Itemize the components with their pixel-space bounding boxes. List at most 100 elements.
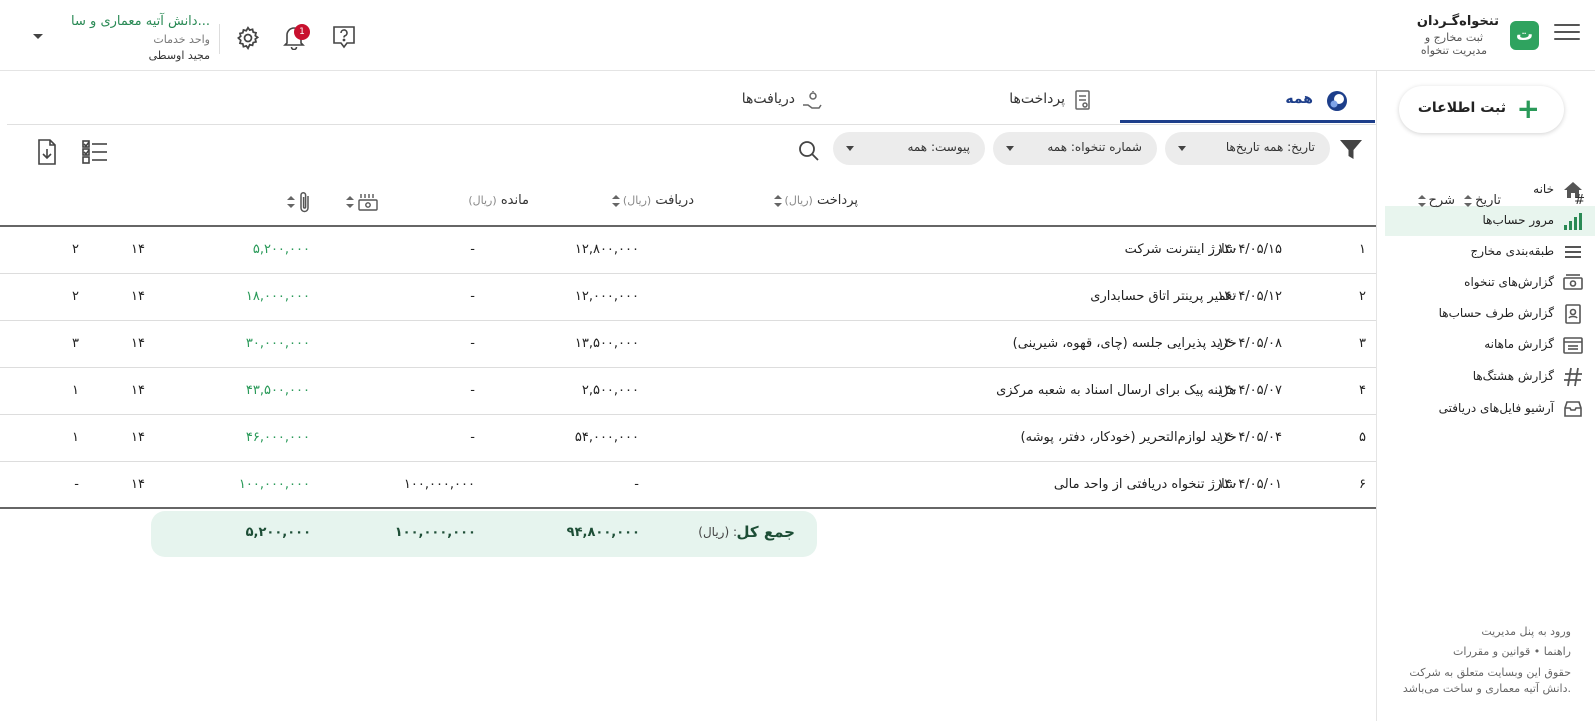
admin-panel-link[interactable]: ورود به پنل مدیریت [1381, 625, 1571, 638]
table-row[interactable]: ۴ ۱۴۰۴/۰۵/۰۷ هزینه پیک برای ارسال اسناد … [0, 368, 1376, 415]
row-num: ۵ [1359, 430, 1366, 445]
sidebar-item-label: آرشیو فایل‌های دریافتی [1438, 401, 1554, 415]
sidebar-item-label: گزارش طرف حساب‌ها [1438, 306, 1554, 320]
help-icon[interactable] [331, 24, 357, 50]
col-num: # [1574, 193, 1585, 208]
sidebar-item-monthly-report[interactable]: گزارش ماهانه [1385, 330, 1595, 360]
col-rec-label: دریافت [655, 193, 694, 208]
sidebar-item-label: مرور حساب‌ها [1482, 213, 1554, 227]
tab-label: دریافت‌ها [741, 91, 795, 107]
col-rec[interactable]: دریافت (ریال) [611, 193, 694, 208]
attachment-filter[interactable]: پیوست: همه [833, 132, 985, 165]
sidebar-item-fund-reports[interactable]: گزارش‌های تنخواه [1385, 268, 1595, 298]
table-row[interactable]: ۶ ۱۴۰۴/۰۵/۰۱ شارژ تنخواه دریافتی از واحد… [0, 462, 1376, 509]
sidebar-item-hashtag-reports[interactable]: گزارش هشتگ‌ها [1385, 362, 1595, 392]
chevron-down-icon [1006, 146, 1014, 151]
row-desc: شارژ تنخواه دریافتی از واحد مالی [1053, 477, 1236, 492]
footer-links: راهنما • قوانین و مقررات [1453, 645, 1571, 658]
contact-icon [1562, 303, 1584, 325]
org-name: دانش آتیه معماری و سا... [71, 14, 210, 29]
table-row[interactable]: ۲ ۱۴۰۴/۰۵/۱۲ تعمیر پرینتر اتاق حسابداری … [0, 274, 1376, 321]
row-att: - [74, 477, 79, 492]
divider [219, 24, 220, 54]
chevron-down-icon [33, 34, 43, 39]
column-select-icon[interactable] [81, 138, 109, 166]
tab-payments[interactable]: پرداخت‌ها [985, 79, 1095, 123]
row-att: ۲ [72, 242, 79, 257]
tabs-divider [7, 124, 1376, 125]
app-logo: ت [1510, 21, 1539, 50]
menu-icon[interactable] [1554, 24, 1580, 44]
sort-icon [773, 194, 782, 207]
tab-receipts[interactable]: دریافت‌ها [715, 79, 825, 123]
archive-icon [1562, 398, 1584, 420]
col-attachment[interactable] [287, 190, 312, 214]
sort-icon [346, 196, 354, 208]
sidebar-item-label: گزارش ماهانه [1484, 337, 1554, 351]
table-row[interactable]: ۳ ۱۴۰۴/۰۵/۰۸ خرید پذیرایی جلسه (چای، قهو… [0, 321, 1376, 368]
sort-icon [1464, 194, 1473, 207]
tab-label: همه [1285, 91, 1313, 107]
sidebar-item-categories[interactable]: طبقه‌بندی مخارج [1385, 237, 1595, 267]
col-fund[interactable] [346, 192, 379, 212]
date-filter[interactable]: تاریخ: همه تاریخ‌ها [1165, 132, 1330, 165]
sort-icon [1417, 194, 1426, 207]
col-pay[interactable]: پرداخت (ریال) [773, 193, 858, 208]
copyright-text: حقوق این وبسایت متعلق به شرکت دانش آتیه … [1402, 666, 1571, 695]
col-pay-label: پرداخت [817, 193, 858, 208]
row-fund: ۱۴ [131, 289, 145, 304]
total-row: جمع کل (ریال) : ۹۴,۸۰۰,۰۰۰ ۱۰۰,۰۰۰,۰۰۰ ۵… [151, 511, 817, 557]
rules-link[interactable]: قوانین و مقررات [1453, 645, 1530, 658]
table-row[interactable]: ۱ ۱۴۰۴/۰۵/۱۵ شارژ اینترنت شرکت ۱۲,۸۰۰,۰۰… [0, 227, 1376, 274]
fund-filter[interactable]: شماره تنخواه: همه [993, 132, 1157, 165]
sidebar-item-accounts[interactable]: مرور حساب‌ها [1385, 206, 1595, 236]
row-bal: ۳۰,۰۰۰,۰۰۰ [245, 336, 310, 351]
row-pay: ۱۲,۸۰۰,۰۰۰ [574, 242, 639, 257]
app-subtitle: ثبت مخارج و مدیریت تنخواه [1420, 31, 1488, 57]
row-desc: تعمیر پرینتر اتاق حسابداری [1090, 289, 1236, 304]
top-header: ت تنخواه‌گـردان ثبت مخارج و مدیریت تنخوا… [0, 0, 1595, 71]
filter-icon[interactable] [1339, 139, 1363, 161]
sidebar-item-archive[interactable]: آرشیو فایل‌های دریافتی [1385, 394, 1595, 424]
row-pay: - [634, 477, 639, 492]
search-icon[interactable] [798, 140, 820, 162]
col-date[interactable]: تاریخ [1464, 193, 1501, 208]
unit-label: (ریال) [622, 194, 652, 207]
user-name: مجید اوسطی [148, 49, 210, 62]
org-switcher[interactable]: دانش آتیه معماری و سا... واحد خدمات مجید… [30, 12, 210, 62]
col-desc-label: شرح [1428, 193, 1455, 208]
col-bal[interactable]: مانده (ریال) [468, 193, 529, 208]
row-rec: ۱۰۰,۰۰۰,۰۰۰ [403, 477, 475, 492]
row-bal: ۱۰۰,۰۰۰,۰۰۰ [238, 477, 310, 492]
cash-icon [1562, 272, 1584, 294]
row-att: ۳ [72, 336, 79, 351]
help-link[interactable]: راهنما [1544, 645, 1571, 658]
tab-label: پرداخت‌ها [1009, 91, 1065, 107]
row-att: ۱ [72, 383, 79, 398]
row-fund: ۱۴ [131, 336, 145, 351]
row-pay: ۱۳,۵۰۰,۰۰۰ [574, 336, 639, 351]
col-date-label: تاریخ [1475, 193, 1501, 208]
row-pay: ۵۴,۰۰۰,۰۰۰ [574, 430, 639, 445]
gear-icon[interactable] [235, 25, 261, 51]
sidebar-item-label: گزارش‌های تنخواه [1464, 275, 1554, 289]
bar-chart-icon [1562, 210, 1584, 232]
tab-all[interactable]: همه [1120, 79, 1375, 123]
row-desc: شارژ اینترنت شرکت [1124, 242, 1236, 257]
add-record-button[interactable]: + ثبت اطلاعات [1399, 86, 1564, 133]
row-num: ۳ [1359, 336, 1366, 351]
table-row[interactable]: ۵ ۱۴۰۴/۰۵/۰۴ خرید لوازم‌التحریر (خودکار،… [0, 415, 1376, 462]
row-desc: هزینه پیک برای ارسال اسناد به شعبه مرکزی [996, 383, 1236, 398]
row-att: ۲ [72, 289, 79, 304]
calendar-icon [1562, 334, 1584, 356]
sidebar-item-label: خانه [1533, 182, 1554, 196]
col-desc[interactable]: شرح [1417, 193, 1455, 208]
sidebar-item-counterparty-reports[interactable]: گزارش طرف حساب‌ها [1385, 299, 1595, 329]
row-bal: ۵,۲۰۰,۰۰۰ [252, 242, 310, 257]
row-bal: ۴۶,۰۰۰,۰۰۰ [245, 430, 310, 445]
row-fund: ۱۴ [131, 430, 145, 445]
row-num: ۱ [1359, 242, 1366, 257]
download-icon[interactable] [36, 138, 58, 166]
org-unit: واحد خدمات [153, 33, 210, 46]
row-pay: ۱۲,۰۰۰,۰۰۰ [574, 289, 639, 304]
